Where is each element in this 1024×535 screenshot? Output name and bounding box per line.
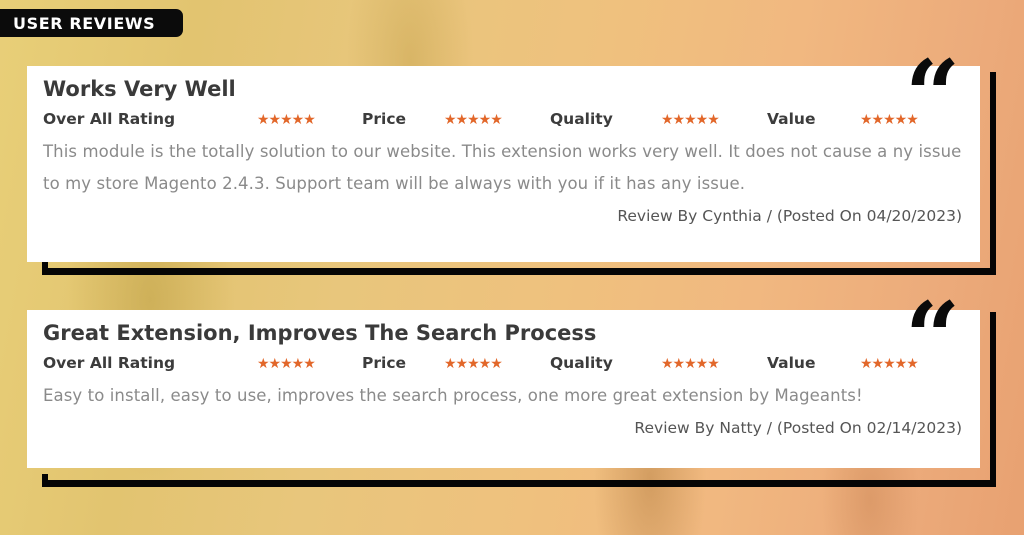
quality-rating-label: Quality [550, 354, 613, 372]
price-rating-stars: ★★★★★ [444, 356, 503, 372]
review-card: Works Very Well Over All Rating ★★★★★ Pr… [27, 48, 996, 276]
price-rating-label: Price [362, 110, 407, 128]
rating-row: Over All Rating ★★★★★ Price ★★★★★ Qualit… [43, 350, 964, 380]
review-title: Great Extension, Improves The Search Pro… [43, 321, 597, 345]
value-rating-label: Value [767, 110, 816, 128]
user-reviews-badge: USER REVIEWS [0, 9, 183, 37]
review-card: Great Extension, Improves The Search Pro… [27, 290, 996, 488]
quote-icon: “ [905, 281, 960, 394]
price-rating-stars: ★★★★★ [444, 112, 503, 128]
quality-rating-stars: ★★★★★ [661, 112, 720, 128]
quote-icon: “ [905, 39, 960, 152]
overall-rating-stars: ★★★★★ [257, 356, 316, 372]
review-content: Works Very Well Over All Rating ★★★★★ Pr… [27, 66, 980, 262]
review-body: Easy to install, easy to use, improves t… [43, 386, 863, 405]
value-rating-label: Value [767, 354, 816, 372]
review-byline: Review By Cynthia / (Posted On 04/20/202… [617, 207, 962, 225]
overall-rating-label: Over All Rating [43, 110, 176, 128]
price-rating-label: Price [362, 354, 407, 372]
review-body: This module is the totally solution to o… [43, 142, 962, 193]
review-title: Works Very Well [43, 77, 236, 101]
review-content: Great Extension, Improves The Search Pro… [27, 310, 980, 468]
quality-rating-label: Quality [550, 110, 613, 128]
overall-rating-label: Over All Rating [43, 354, 176, 372]
badge-label: USER REVIEWS [13, 13, 156, 33]
overall-rating-stars: ★★★★★ [257, 112, 316, 128]
quality-rating-stars: ★★★★★ [661, 356, 720, 372]
rating-row: Over All Rating ★★★★★ Price ★★★★★ Qualit… [43, 106, 964, 136]
review-byline: Review By Natty / (Posted On 02/14/2023) [634, 419, 962, 437]
